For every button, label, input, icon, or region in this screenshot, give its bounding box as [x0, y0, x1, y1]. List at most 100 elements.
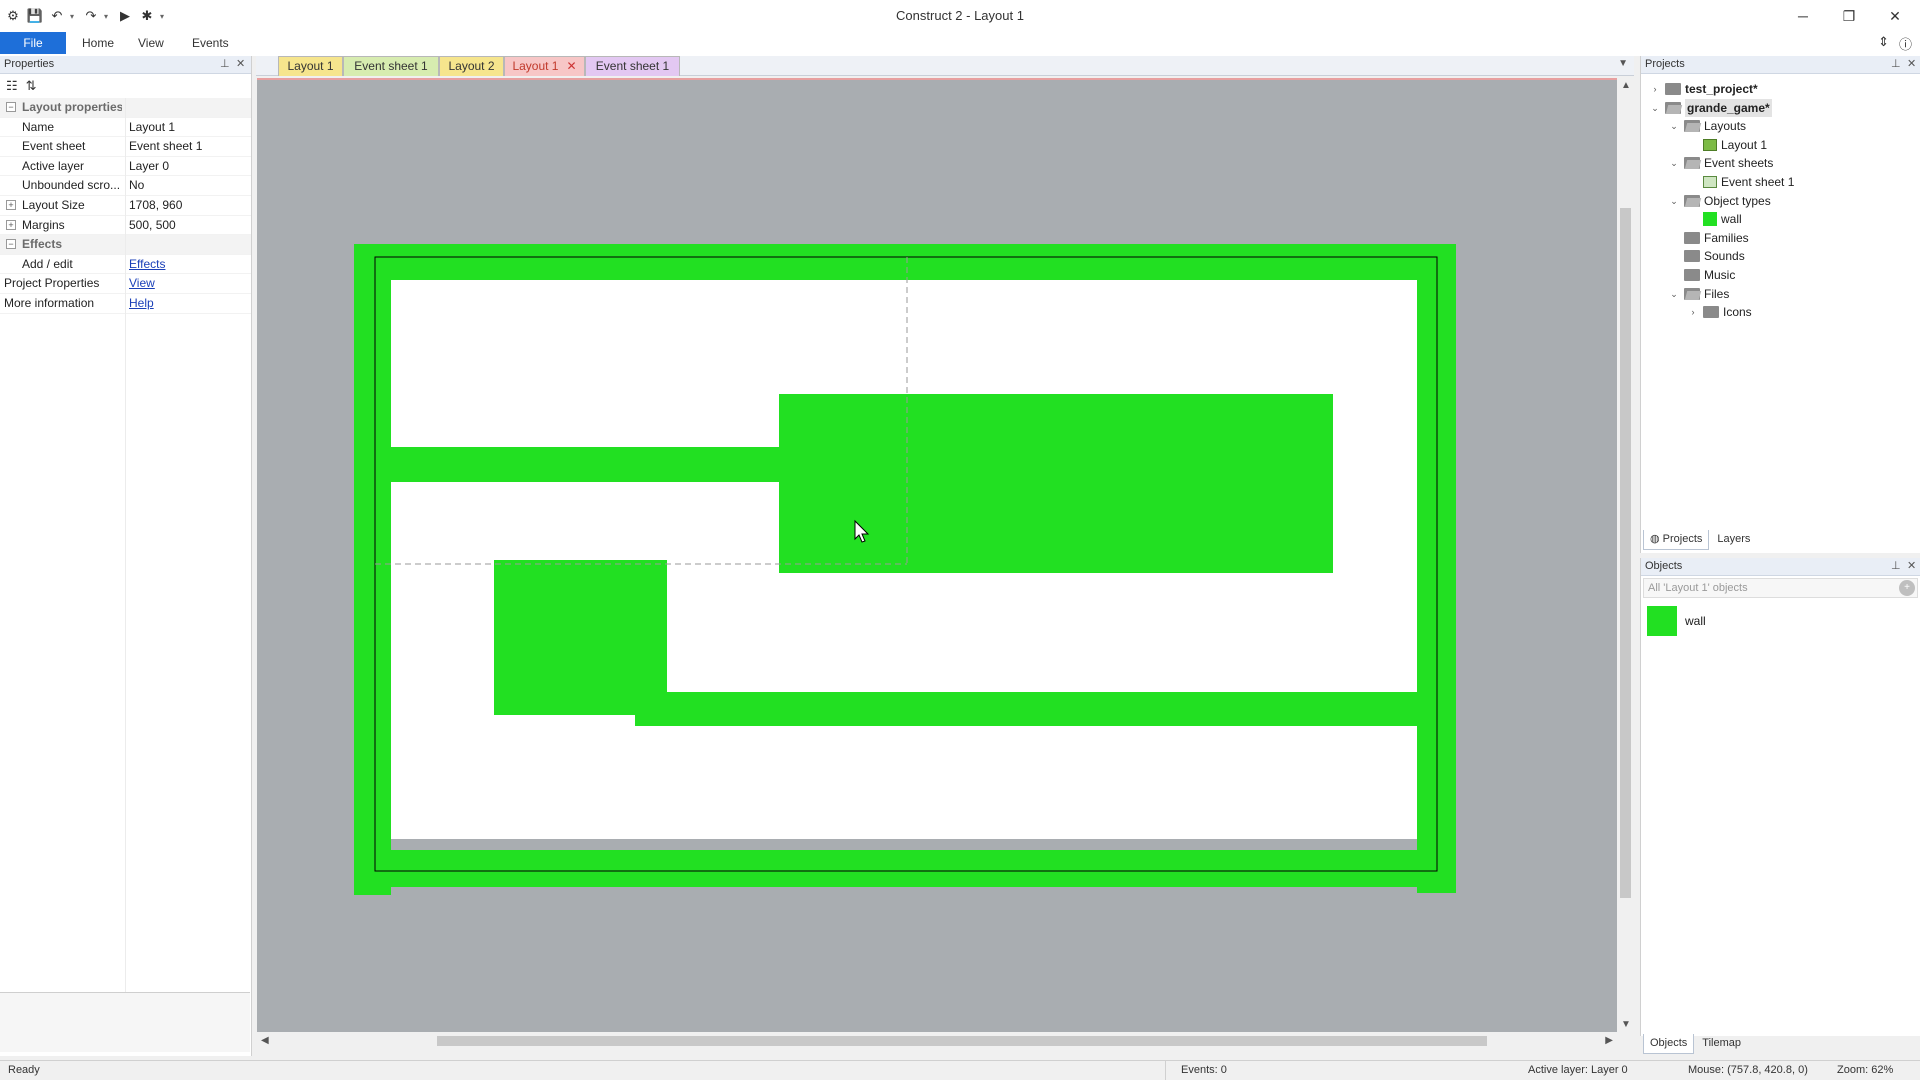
expand-icon[interactable]: +	[6, 219, 16, 230]
tree-item[interactable]: ⌄ grande_game*	[1649, 98, 1772, 117]
tree-item[interactable]: Layout 1	[1687, 136, 1767, 154]
layout-view[interactable]	[257, 78, 1617, 1032]
horizontal-scrollbar[interactable]: ◀ ▶	[257, 1032, 1617, 1050]
property-value[interactable]: Layer 0	[129, 157, 169, 176]
collapse-icon[interactable]: −	[6, 102, 16, 112]
collapse-arrow-icon[interactable]: ⌄	[1668, 154, 1680, 172]
layout-canvas[interactable]	[257, 80, 1617, 1032]
property-name: Active layer	[22, 158, 85, 173]
tree-item[interactable]: Sounds	[1668, 247, 1745, 265]
ribbon-expand-icon[interactable]: ⇕	[1878, 34, 1889, 53]
property-value[interactable]: No	[129, 176, 144, 195]
tree-item[interactable]: ⌄ Files	[1668, 285, 1729, 303]
event-sheet-icon	[1703, 176, 1717, 188]
active-layer-status: Active layer: Layer 0	[1528, 1064, 1628, 1076]
sort-alphabetical-icon[interactable]: ⇅	[26, 78, 37, 94]
wall-bar-bottom[interactable]	[635, 692, 1417, 726]
tab-file[interactable]: File	[0, 32, 66, 54]
tree-item[interactable]: Families	[1668, 229, 1749, 247]
tree-item[interactable]: wall	[1687, 210, 1742, 228]
scroll-left-icon[interactable]: ◀	[261, 1035, 269, 1046]
ribbon-menu: File Home View Events ⇕ ⓘ	[0, 32, 1920, 56]
pin-icon[interactable]: ⊥	[220, 56, 230, 73]
close-tab-icon[interactable]: ✕	[566, 59, 576, 73]
close-panel-icon[interactable]: ✕	[236, 56, 245, 73]
collapse-icon[interactable]: −	[6, 239, 16, 250]
tree-item-label: Layouts	[1704, 119, 1747, 134]
collapse-arrow-icon[interactable]: ⌄	[1668, 285, 1680, 303]
filter-options-icon[interactable]: +	[1899, 580, 1915, 596]
object-item-wall[interactable]: wall	[1647, 606, 1706, 636]
wall-bottom[interactable]	[354, 850, 1456, 887]
tab-list-dropdown-icon[interactable]: ▼	[1618, 58, 1628, 69]
document-tab[interactable]: Event sheet 1	[343, 56, 439, 76]
property-value[interactable]: 500, 500	[129, 216, 176, 235]
close-panel-icon[interactable]: ✕	[1907, 56, 1916, 73]
document-tab[interactable]: Layout 2	[439, 56, 504, 76]
property-name: Layout Size	[22, 197, 85, 212]
property-name: Margins	[22, 217, 65, 232]
tab-projects[interactable]: ◍ Projects	[1643, 530, 1710, 550]
tree-item[interactable]: Event sheet 1	[1687, 173, 1794, 191]
expand-icon[interactable]: +	[6, 199, 16, 210]
scroll-up-icon[interactable]: ▲	[1621, 80, 1631, 91]
close-button[interactable]: ✕	[1872, 0, 1918, 32]
document-tab[interactable]: Event sheet 1	[585, 56, 680, 76]
tree-item[interactable]: ⌄ Object types	[1668, 192, 1770, 210]
collapse-arrow-icon[interactable]: ⌄	[1649, 99, 1661, 117]
scroll-right-icon[interactable]: ▶	[1605, 1035, 1613, 1046]
pin-icon[interactable]: ⊥	[1891, 56, 1901, 73]
close-panel-icon[interactable]: ✕	[1907, 558, 1916, 575]
property-name: Effects	[22, 237, 63, 252]
horizontal-scroll-thumb[interactable]	[437, 1036, 1487, 1046]
expand-arrow-icon[interactable]: ›	[1687, 303, 1699, 321]
tab-tilemap[interactable]: Tilemap	[1696, 1034, 1747, 1054]
title-bar: ⚙ 💾 ↶ ▾ ↷ ▾ ▶ ✱ ▾ Construct 2 - Layout 1…	[0, 0, 1920, 32]
scroll-down-icon[interactable]: ▼	[1621, 1019, 1631, 1030]
tree-item-label: Files	[1704, 286, 1730, 301]
wall-left[interactable]	[354, 244, 391, 895]
tab-layers[interactable]: Layers	[1711, 530, 1756, 550]
tree-item-label: Sounds	[1704, 249, 1745, 264]
vertical-scroll-thumb[interactable]	[1620, 208, 1631, 898]
property-link[interactable]: Help	[129, 294, 154, 313]
restore-button[interactable]: ❐	[1826, 0, 1872, 32]
tree-item[interactable]: › Icons	[1687, 303, 1752, 321]
pin-icon[interactable]: ⊥	[1891, 558, 1901, 575]
document-tab[interactable]: Layout 1 ✕	[504, 56, 585, 76]
vertical-scrollbar[interactable]: ▲ ▼	[1617, 78, 1634, 1032]
document-tab-label: Event sheet 1	[354, 59, 428, 73]
property-link[interactable]: View	[129, 274, 155, 293]
collapse-arrow-icon[interactable]: ⌄	[1668, 117, 1680, 135]
property-link[interactable]: Effects	[129, 255, 165, 274]
object-filter-input[interactable]: All 'Layout 1' objects +	[1643, 578, 1918, 598]
collapse-arrow-icon[interactable]: ⌄	[1668, 192, 1680, 210]
tab-home[interactable]: Home	[68, 32, 128, 54]
tree-item[interactable]: ⌄ Layouts	[1668, 117, 1746, 135]
minimize-button[interactable]: ─	[1780, 0, 1826, 32]
folder-icon	[1684, 269, 1700, 281]
tree-item[interactable]: ⌄ Event sheets	[1668, 154, 1773, 172]
property-value[interactable]: Layout 1	[129, 118, 175, 137]
wall-bar-left[interactable]	[391, 447, 781, 482]
expand-arrow-icon[interactable]: ›	[1649, 80, 1661, 98]
wall-top[interactable]	[354, 244, 1456, 280]
categorized-icon[interactable]: ☷	[6, 78, 18, 94]
wall-block-small[interactable]	[494, 560, 667, 715]
tab-events[interactable]: Events	[178, 32, 243, 54]
property-value[interactable]: Event sheet 1	[129, 137, 202, 156]
tree-item[interactable]: › test_project*	[1649, 80, 1758, 98]
document-tab-label: Layout 2	[448, 59, 495, 73]
tree-item[interactable]: Music	[1668, 266, 1735, 284]
property-name: Name	[22, 119, 55, 134]
tab-objects[interactable]: Objects	[1643, 1034, 1695, 1054]
property-value[interactable]: 1708, 960	[129, 196, 182, 215]
document-tab-label: Layout 1	[512, 59, 559, 73]
projects-panel: Projects ⊥ ✕ › test_project* ⌄ grande_game*…	[1640, 56, 1920, 553]
tab-view[interactable]: View	[124, 32, 178, 54]
tree-item-label: wall	[1721, 212, 1742, 227]
document-tabs: Layout 1 Event sheet 1 Layout 2 Layout 1 ✕ Ev…	[256, 56, 1634, 76]
about-icon[interactable]: ⓘ	[1899, 34, 1912, 53]
wall-block-right[interactable]	[779, 394, 1333, 573]
document-tab[interactable]: Layout 1	[278, 56, 343, 76]
